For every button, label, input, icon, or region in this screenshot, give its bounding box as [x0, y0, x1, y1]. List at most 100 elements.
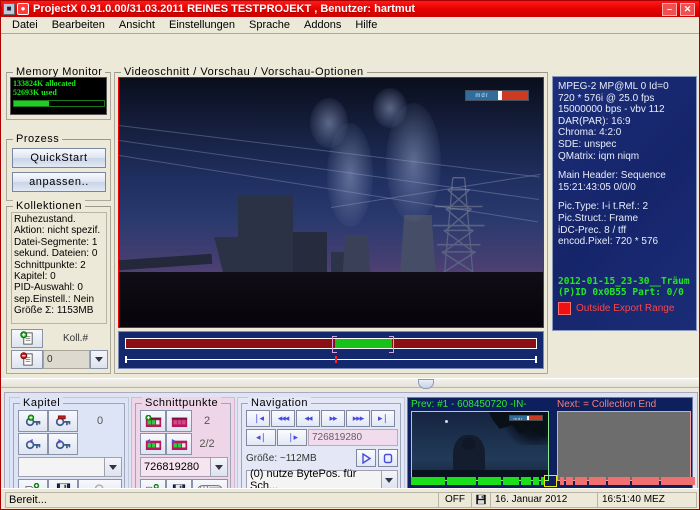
video-preview-panel: Videoschnitt / Vorschau / Vorschau-Optio…	[114, 66, 548, 374]
menu-sprache[interactable]: Sprache	[242, 18, 297, 32]
info-pic-type: Pic.Type: I-i t.Ref.: 2	[558, 201, 649, 213]
next-thumbnail-image[interactable]	[557, 411, 691, 481]
nav-end-button[interactable]: ▸❘	[371, 410, 395, 427]
schnittpunkte-panel: Schnittpunkte 2 2/2 726819280	[135, 397, 231, 501]
nav-size-label: Größe: ~112MB	[246, 452, 317, 464]
nav-forward-button[interactable]: ▸▸	[321, 410, 345, 427]
memory-monitor-display: 133824K allocated 52693K used	[10, 77, 107, 115]
menu-einstellungen[interactable]: Einstellungen	[162, 18, 242, 32]
schnitt-next-button[interactable]	[166, 433, 192, 455]
close-button[interactable]: ✕	[680, 2, 695, 16]
film-remove-icon	[171, 417, 187, 427]
menu-hilfe[interactable]: Hilfe	[348, 18, 384, 32]
next-thumbnail-group: Next: = Collection End	[557, 399, 697, 481]
info-spacer-2	[558, 193, 692, 201]
quickstart-button[interactable]: QuickStart	[12, 148, 106, 168]
nav-step-forward-button[interactable]: ❘▸	[277, 429, 307, 446]
marker-segment	[608, 477, 630, 485]
nav-mode-combo[interactable]: (0) nutze BytePos. für Sch...	[246, 468, 398, 492]
nav-start-icon: ❘◂	[252, 413, 264, 423]
schnitt-combo-value: 726819280	[144, 461, 200, 473]
record-icon: ●	[17, 3, 29, 15]
memory-used-text: 52693K used	[13, 88, 57, 97]
foreground-field	[119, 272, 543, 327]
marker-segment	[533, 477, 539, 485]
nav-step-forward-icon: ❘▸	[286, 432, 298, 442]
schnitt-combo[interactable]: 726819280	[140, 457, 228, 477]
status-time: 16:51:40 MEZ	[597, 491, 697, 508]
nav-rewind-button[interactable]: ◂◂	[296, 410, 320, 427]
schnitt-count-secondary: 2/2	[199, 438, 215, 450]
menu-ansicht[interactable]: Ansicht	[112, 18, 162, 32]
remove-collection-button[interactable]	[11, 350, 43, 369]
film-next-icon	[171, 438, 187, 450]
info-file-name: 2012-01-15_23-30__Träum	[558, 275, 690, 287]
prev-thumb-logo: mdr	[509, 415, 543, 421]
koll-line-separate-settings: sep.Einstell.: Nein	[14, 293, 95, 305]
panel-splitter[interactable]	[1, 378, 699, 389]
kapitel-next-button[interactable]	[48, 433, 78, 455]
add-collection-button[interactable]	[11, 329, 43, 348]
menu-bearbeiten[interactable]: Bearbeiten	[45, 18, 112, 32]
info-pid: (P)ID 0x0B55 Part: 0/0	[558, 286, 684, 298]
kapitel-combo[interactable]	[18, 457, 122, 477]
marker-segment	[589, 477, 606, 485]
nav-start-button[interactable]: ❘◂	[246, 410, 270, 427]
current-frame-marker[interactable]	[544, 475, 557, 487]
kapitel-add-button[interactable]	[18, 410, 48, 432]
menu-datei[interactable]: Datei	[5, 18, 45, 32]
nav-position-field[interactable]: 726819280	[308, 429, 398, 446]
nav-mode-dropdown[interactable]	[380, 471, 397, 489]
memory-allocated-text: 133824K allocated	[13, 79, 76, 88]
timeline-scale-start	[125, 356, 127, 363]
kapitel-combo-dropdown[interactable]	[104, 458, 121, 476]
menu-addons[interactable]: Addons	[297, 18, 348, 32]
prev-thumbnail-image[interactable]: mdr	[411, 411, 549, 481]
title-bar: ■ ● ProjectX 0.91.0.00/31.03.2011 REINES…	[1, 1, 699, 17]
kollektion-index-field[interactable]: 0	[43, 350, 90, 369]
nav-stop-button[interactable]	[378, 449, 398, 467]
next-marker-strip[interactable]	[560, 477, 695, 485]
schnitt-remove-button[interactable]	[166, 410, 192, 432]
timeline-scale[interactable]	[125, 356, 537, 363]
marker-segment	[478, 477, 501, 485]
status-toggle[interactable]: OFF	[438, 491, 472, 508]
info-pic-struct: Pic.Struct.: Frame	[558, 212, 639, 224]
timeline-selection[interactable]	[335, 339, 393, 348]
schnitt-prev-button[interactable]	[140, 433, 166, 455]
kollektionen-panel: Kollektionen Ruhezustand. Aktion: nicht …	[6, 200, 111, 374]
timeline-bracket-right	[389, 336, 395, 353]
prozess-title: Prozess	[13, 133, 63, 145]
steam-plume-left-top	[309, 97, 348, 148]
anpassen-button[interactable]: anpassen..	[12, 172, 106, 192]
video-frame[interactable]: mdr	[118, 77, 544, 328]
kapitel-panel: Kapitel 0	[13, 397, 125, 501]
key-next-icon	[55, 438, 70, 450]
timeline-playhead[interactable]	[335, 356, 338, 363]
info-aspect: DAR(PAR): 16:9	[558, 115, 631, 127]
timeline-track[interactable]	[125, 336, 537, 353]
nav-rewind-fast-button[interactable]: ◂◂◂	[271, 410, 295, 427]
kollektion-dropdown-button[interactable]	[90, 350, 108, 369]
koll-line-cutpoints: Schnittpunkte: 2	[14, 259, 86, 271]
schnitt-count: 2	[203, 415, 211, 427]
timeline-area[interactable]	[118, 331, 544, 369]
nav-forward-fast-button[interactable]: ▸▸▸	[346, 410, 370, 427]
status-save-indicator[interactable]	[471, 491, 491, 508]
bottom-toolbar: Kapitel 0 Schnittpunkte 2 2/2 726819280 …	[4, 392, 698, 502]
kapitel-prev-button[interactable]	[18, 433, 48, 455]
kapitel-count-secondary	[78, 433, 122, 455]
video-image: mdr	[119, 78, 543, 327]
nav-play-button[interactable]	[356, 449, 376, 467]
nav-step-back-button[interactable]: ◂❘	[246, 429, 276, 446]
status-bar: Bereit... OFF 16. Januar 2012 16:51:40 M…	[1, 488, 699, 509]
kapitel-remove-button[interactable]	[48, 410, 78, 432]
schnitt-combo-dropdown[interactable]	[210, 458, 227, 476]
schnitt-add-button[interactable]	[140, 410, 166, 432]
minimize-button[interactable]: –	[662, 2, 677, 16]
stop-icon	[383, 453, 393, 463]
splitter-handle[interactable]	[418, 379, 434, 389]
kapitel-title: Kapitel	[20, 397, 64, 409]
info-encoded-pixel: encod.Pixel: 720 * 576	[558, 236, 659, 248]
prev-marker-strip[interactable]	[411, 477, 545, 485]
